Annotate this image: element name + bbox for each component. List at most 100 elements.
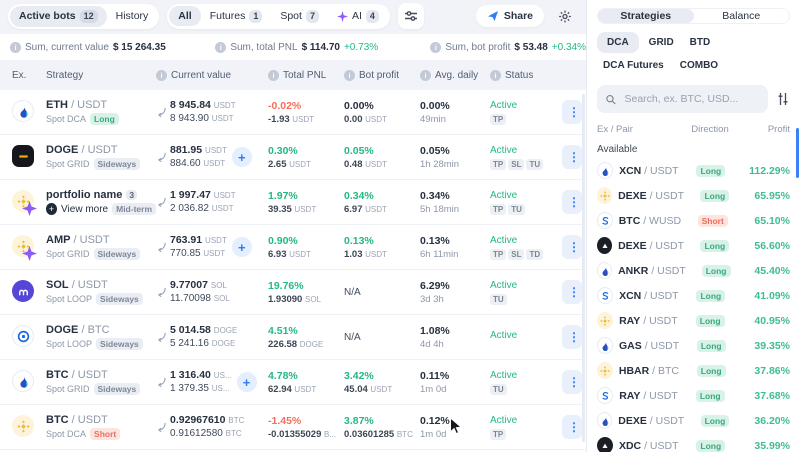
share-button[interactable]: Share xyxy=(476,5,544,27)
amount-value: 39.35 USDT xyxy=(268,204,344,215)
row-menu-button[interactable]: ⋮ xyxy=(562,100,582,124)
filter-tab-spot[interactable]: Spot 7 xyxy=(271,6,328,27)
chip-btd[interactable]: BTD xyxy=(684,32,717,53)
percent-value: 0.00% xyxy=(344,100,420,112)
strategy-list-item[interactable]: DEXE / USDTLong56.60% xyxy=(597,233,790,258)
strategy-list-item[interactable]: XDC / USDTLong35.99% xyxy=(597,433,790,452)
panel-scrollbar-thumb[interactable] xyxy=(796,128,799,178)
tab-balance[interactable]: Balance xyxy=(694,9,790,23)
percent-value: 0.05% xyxy=(420,145,490,157)
search-input[interactable] xyxy=(623,92,761,106)
col-bot-profit[interactable]: Bot profit xyxy=(359,70,399,81)
pair-label: ETH / USDT xyxy=(46,99,156,111)
row-menu-button[interactable]: ⋮ xyxy=(562,190,582,214)
tab-active-bots-label: Active bots xyxy=(19,10,76,22)
row-menu-button[interactable]: ⋮ xyxy=(562,325,582,349)
row-menu-button[interactable]: ⋮ xyxy=(562,415,582,439)
row-menu-button[interactable]: ⋮ xyxy=(562,235,582,259)
current-value: 5 014.58 DOGE xyxy=(170,324,237,337)
invested-value: 884.60 USDT xyxy=(170,157,227,170)
table-row[interactable]: portfolio name3+View moreMid-term1 997.4… xyxy=(0,180,586,225)
view-more-link[interactable]: View more xyxy=(61,204,108,215)
filter-settings-button[interactable] xyxy=(398,3,424,29)
tune-filter-icon[interactable] xyxy=(776,92,790,106)
col-status[interactable]: Status xyxy=(505,70,533,81)
info-icon[interactable]: i xyxy=(10,42,21,53)
tab-strategies[interactable]: Strategies xyxy=(598,9,694,23)
filter-tab-all[interactable]: All xyxy=(169,6,200,26)
plus-circle-icon: + xyxy=(46,203,57,215)
strategy-name: Spot LOOP xyxy=(46,339,92,349)
strategy-list-item[interactable]: DEXE / USDTLong65.95% xyxy=(597,183,790,208)
strategy-list-item[interactable]: GAS / USDTLong39.35% xyxy=(597,333,790,358)
table-row[interactable]: BTC / USDTSpot GRIDSideways1 316.40 US..… xyxy=(0,360,586,405)
info-icon[interactable]: i xyxy=(420,70,431,81)
current-value: 8 945.84 USDT xyxy=(170,99,236,112)
search-box xyxy=(597,85,768,113)
active-bots-count-badge: 12 xyxy=(80,10,98,23)
ai-count-badge: 4 xyxy=(366,10,379,23)
table-row[interactable]: ETH / USDTSpot DCALong8 945.84 USDT8 943… xyxy=(0,90,586,135)
strategies-panel: Strategies Balance DCA GRID BTD DCA Futu… xyxy=(586,0,800,452)
summary-value: $ 53.48 xyxy=(514,42,547,53)
col-profit[interactable]: Profit xyxy=(740,124,790,135)
info-icon[interactable]: i xyxy=(430,42,441,53)
info-icon[interactable]: i xyxy=(490,70,501,81)
table-row[interactable]: DOGE / BTCSpot LOOPSideways5 014.58 DOGE… xyxy=(0,315,586,360)
chip-combo[interactable]: COMBO xyxy=(674,55,724,76)
percent-value: 0.13% xyxy=(420,235,490,247)
tab-active-bots[interactable]: Active bots 12 xyxy=(10,6,107,27)
summary-bar: i Sum, current value $ 15 264.35 i Sum, … xyxy=(0,34,586,60)
add-funds-button[interactable]: + xyxy=(232,147,252,167)
strategy-list-item[interactable]: ANKR / USDTLong45.40% xyxy=(597,258,790,283)
add-funds-button[interactable]: + xyxy=(237,372,257,392)
binance-exchange-icon xyxy=(597,362,613,379)
percent-value: 6.29% xyxy=(420,280,490,292)
col-direction[interactable]: Direction xyxy=(680,124,740,135)
add-funds-button[interactable]: + xyxy=(232,237,252,257)
info-icon[interactable]: i xyxy=(156,70,167,81)
summary-label: Sum, total PNL xyxy=(230,42,297,53)
col-total-pnl[interactable]: Total PNL xyxy=(283,70,326,81)
percent-value: 0.90% xyxy=(268,235,344,247)
strategy-list-item[interactable]: XCN / USDTLong112.29% xyxy=(597,158,790,183)
pair-label: BTC / USDT xyxy=(46,414,156,426)
invested-value: 11.70098 SOL xyxy=(170,292,230,305)
row-menu-button[interactable]: ⋮ xyxy=(562,370,582,394)
status-badge: Active xyxy=(490,370,554,381)
col-avg-daily[interactable]: Avg. daily xyxy=(435,70,478,81)
chip-dca[interactable]: DCA xyxy=(597,32,639,53)
info-icon[interactable]: i xyxy=(268,70,279,81)
strategy-list-item[interactable]: DEXE / USDTLong36.20% xyxy=(597,408,790,433)
percent-value: -1.45% xyxy=(268,415,344,427)
direction-tag: Long xyxy=(696,390,725,402)
col-ex-pair[interactable]: Ex / Pair xyxy=(597,124,680,135)
table-row[interactable]: AMP / USDTSpot GRIDSideways763.91 USDT77… xyxy=(0,225,586,270)
table-row[interactable]: SOL / USDTSpot LOOPSideways9.77007 SOL11… xyxy=(0,270,586,315)
strategy-list-item[interactable]: BTC / WUSDShort65.10% xyxy=(597,208,790,233)
table-row[interactable]: BTC / USDTSpot DCAShort0.92967610 BTC0.9… xyxy=(0,405,586,450)
strategy-list-item[interactable]: XCN / USDTLong41.09% xyxy=(597,283,790,308)
current-value: 9.77007 SOL xyxy=(170,279,230,292)
info-icon[interactable]: i xyxy=(215,42,226,53)
strategy-list-item[interactable]: RAY / USDTLong37.68% xyxy=(597,383,790,408)
chip-grid[interactable]: GRID xyxy=(643,32,680,53)
row-menu-button[interactable]: ⋮ xyxy=(562,280,582,304)
tab-history[interactable]: History xyxy=(107,6,158,26)
filter-tabs: All Futures 1 Spot 7 AI 4 xyxy=(167,4,390,29)
chip-dca-futures[interactable]: DCA Futures xyxy=(597,55,670,76)
table-row[interactable]: DOGE / USDTSpot GRIDSideways881.95 USDT8… xyxy=(0,135,586,180)
filter-all-label: All xyxy=(178,10,191,22)
strategy-list-item[interactable]: RAY / USDTLong40.95% xyxy=(597,308,790,333)
strategy-list-item[interactable]: HBAR / BTCLong37.86% xyxy=(597,358,790,383)
settings-gear-button[interactable] xyxy=(552,3,578,29)
filter-tab-ai[interactable]: AI 4 xyxy=(328,6,388,27)
info-icon[interactable]: i xyxy=(344,70,355,81)
current-value: 763.91 USDT xyxy=(170,234,227,247)
row-menu-button[interactable]: ⋮ xyxy=(562,145,582,169)
col-current-value[interactable]: Current value xyxy=(171,70,231,81)
condition-badges: TPTU xyxy=(490,204,554,215)
direction-tag: Long xyxy=(696,315,725,327)
filter-tab-futures[interactable]: Futures 1 xyxy=(201,6,272,27)
main-scrollbar[interactable] xyxy=(582,94,585,442)
